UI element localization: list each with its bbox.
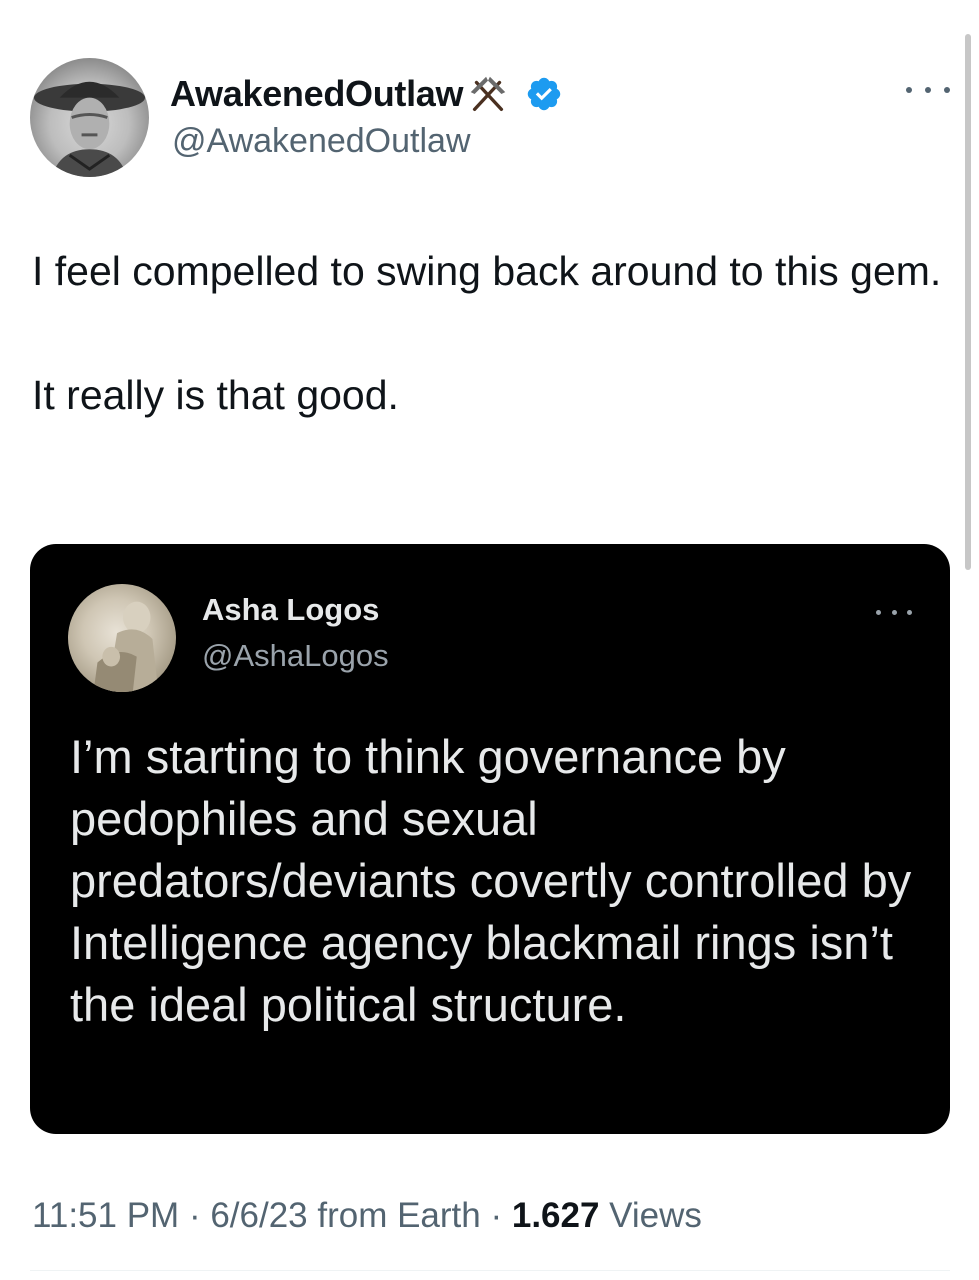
view-count: 1.627 <box>511 1196 600 1235</box>
verified-badge-icon[interactable] <box>525 75 563 113</box>
tweet-source: from Earth <box>307 1196 481 1235</box>
more-dot <box>925 87 931 93</box>
quoted-handle: @AshaLogos <box>202 638 389 673</box>
quoted-tweet-text: I’m starting to think governance by pedo… <box>70 730 912 1031</box>
views-label: Views <box>599 1196 702 1235</box>
quoted-display-name: Asha Logos <box>202 592 380 627</box>
pick-icon <box>470 76 506 112</box>
quoted-author-avatar <box>68 584 176 692</box>
meta-separator: · <box>480 1196 512 1235</box>
more-dot <box>907 609 912 615</box>
divider <box>30 1270 950 1271</box>
quoted-tweet-image[interactable]: Asha Logos @AshaLogos I’m starting to th… <box>30 544 950 1134</box>
statue-portrait-image <box>93 601 159 692</box>
author-handle[interactable]: @AwakenedOutlaw <box>172 122 471 161</box>
tweet-date[interactable]: 6/6/23 <box>210 1196 307 1235</box>
tweet-detail: AwakenedOutlaw @AwakenedOutlaw I feel co… <box>0 0 979 1280</box>
cowboy-portrait-image <box>33 81 146 177</box>
author-avatar[interactable] <box>30 58 149 177</box>
author-display-name[interactable]: AwakenedOutlaw <box>170 73 464 115</box>
scrollbar[interactable] <box>965 34 971 570</box>
more-dot <box>876 609 881 615</box>
tweet-text: I feel compelled to swing back around to… <box>32 248 942 418</box>
quoted-more-icon <box>876 602 912 622</box>
more-dot <box>891 609 897 615</box>
more-dot <box>906 87 912 93</box>
author-name-row: AwakenedOutlaw <box>170 72 563 116</box>
more-dot <box>944 87 950 93</box>
tweet-time[interactable]: 11:51 PM <box>32 1196 179 1235</box>
more-options-icon[interactable] <box>906 78 950 102</box>
meta-separator: · <box>179 1196 211 1235</box>
tweet-meta: 11:51 PM · 6/6/23 from Earth · 1.627 Vie… <box>32 1196 702 1236</box>
